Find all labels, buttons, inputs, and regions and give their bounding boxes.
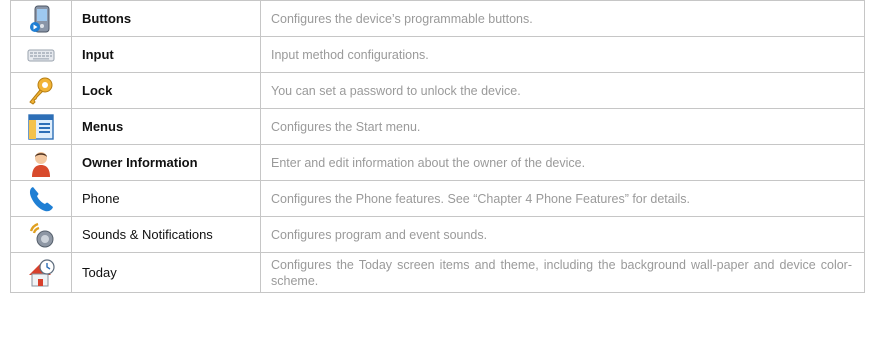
icon-cell (10, 0, 72, 37)
table-row: Phone Configures the Phone features. See… (10, 180, 865, 217)
setting-name[interactable]: Buttons (71, 0, 261, 37)
setting-name[interactable]: Today (71, 252, 261, 293)
house-clock-icon (26, 258, 56, 288)
table-row: Input Input method configurations. (10, 36, 865, 73)
icon-cell (10, 144, 72, 181)
icon-cell (10, 216, 72, 253)
phone-device-icon (26, 4, 56, 34)
icon-cell (10, 72, 72, 109)
table-row: Buttons Configures the device’s programm… (10, 0, 865, 37)
keyboard-icon (26, 40, 56, 70)
setting-name[interactable]: Phone (71, 180, 261, 217)
table-row: Lock You can set a password to unlock th… (10, 72, 865, 109)
icon-cell (10, 108, 72, 145)
table-row: Today Configures the Today screen items … (10, 252, 865, 293)
setting-description: Configures the device’s programmable but… (260, 0, 865, 37)
icon-cell (10, 252, 72, 293)
setting-description: Configures program and event sounds. (260, 216, 865, 253)
setting-name[interactable]: Input (71, 36, 261, 73)
person-icon (26, 148, 56, 178)
window-menu-icon (26, 112, 56, 142)
setting-name[interactable]: Sounds & Notifications (71, 216, 261, 253)
setting-name[interactable]: Owner Information (71, 144, 261, 181)
setting-description: Configures the Phone features. See “Chap… (260, 180, 865, 217)
icon-cell (10, 36, 72, 73)
icon-cell (10, 180, 72, 217)
setting-description: Input method configurations. (260, 36, 865, 73)
setting-description: Configures the Start menu. (260, 108, 865, 145)
setting-description: You can set a password to unlock the dev… (260, 72, 865, 109)
handset-icon (26, 184, 56, 214)
speaker-sound-icon (26, 220, 56, 250)
settings-table: Buttons Configures the device’s programm… (10, 0, 865, 293)
setting-name[interactable]: Lock (71, 72, 261, 109)
setting-description: Configures the Today screen items and th… (260, 252, 865, 293)
table-row: Owner Information Enter and edit informa… (10, 144, 865, 181)
key-icon (26, 76, 56, 106)
table-row: Sounds & Notifications Configures progra… (10, 216, 865, 253)
setting-description: Enter and edit information about the own… (260, 144, 865, 181)
setting-name[interactable]: Menus (71, 108, 261, 145)
table-row: Menus Configures the Start menu. (10, 108, 865, 145)
